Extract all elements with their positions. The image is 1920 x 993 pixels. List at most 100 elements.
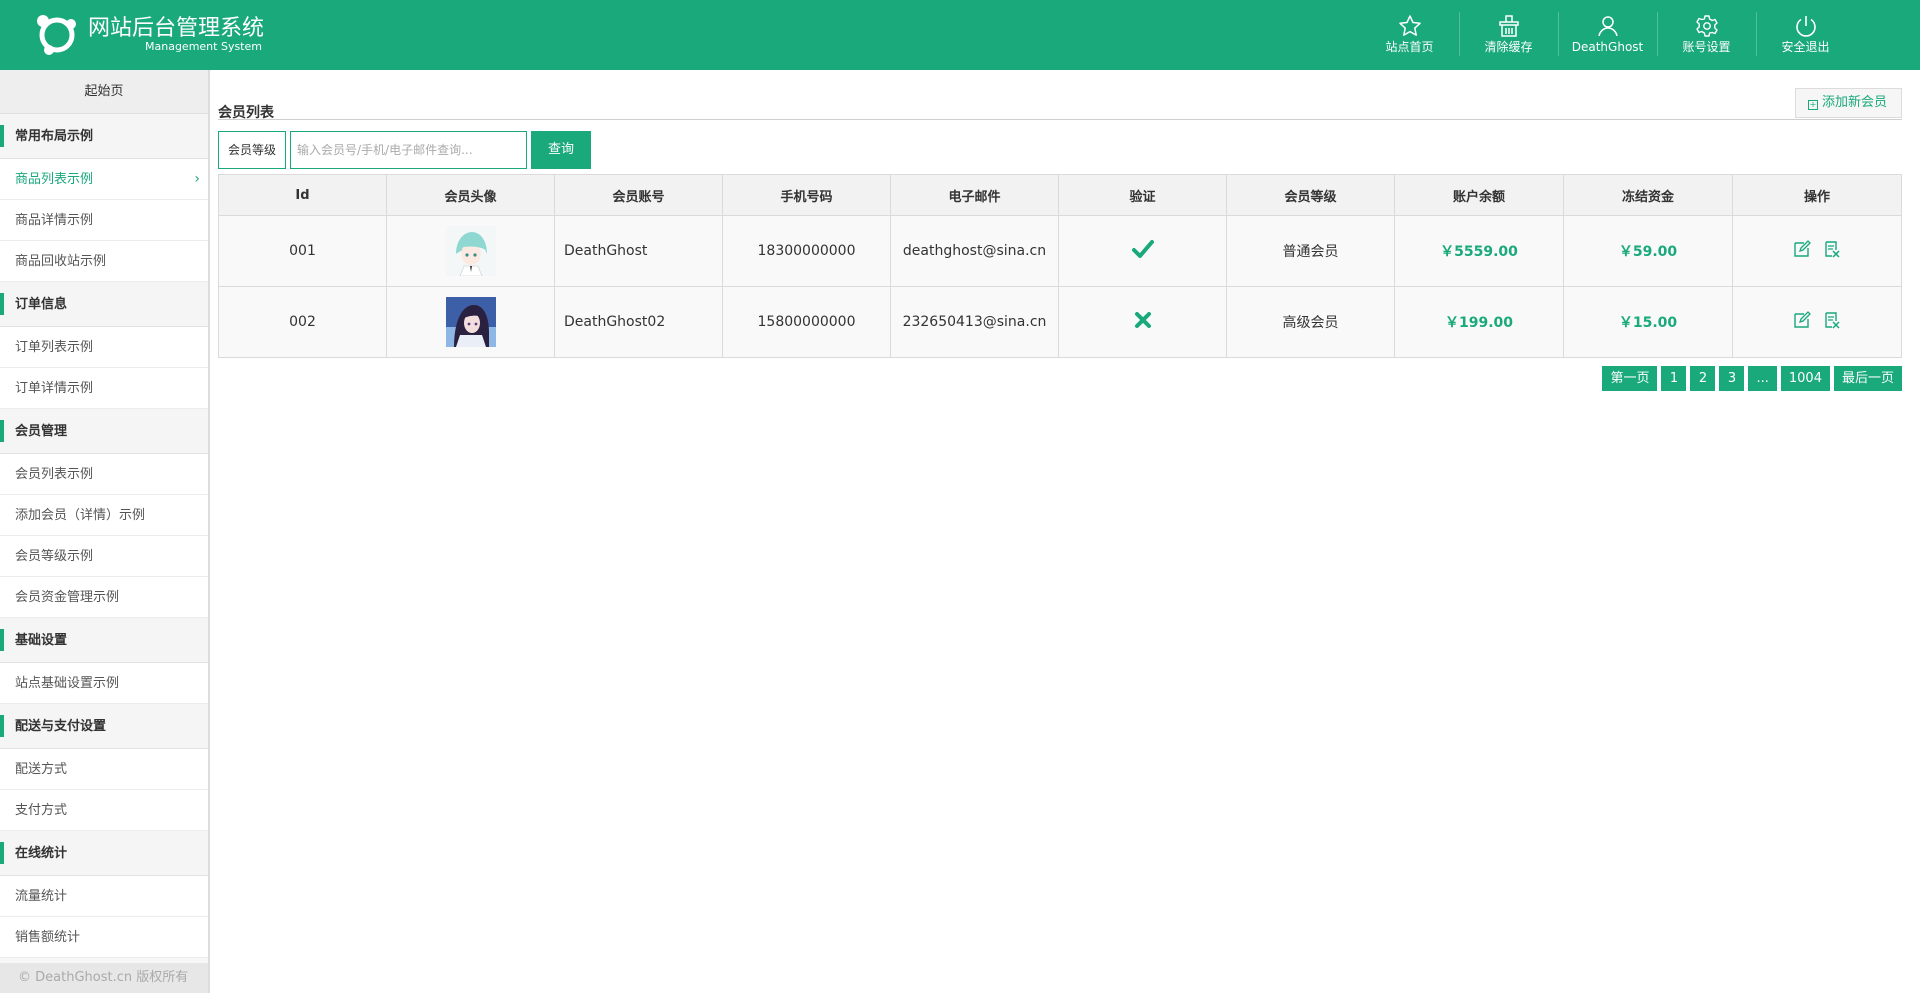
search-input[interactable] xyxy=(290,131,527,169)
sidebar-item-order-list[interactable]: 订单列表示例 xyxy=(0,327,208,368)
avatar[interactable] xyxy=(445,226,496,276)
cell-actions xyxy=(1732,286,1902,358)
nav-user[interactable]: DeathGhost xyxy=(1558,0,1657,70)
sidebar-item-add-member[interactable]: 添加会员（详情）示例 xyxy=(0,495,208,536)
cell-frozen: ￥15.00 xyxy=(1563,286,1733,358)
member-level-filter[interactable]: 会员等级 xyxy=(218,131,286,169)
star-icon xyxy=(1398,15,1421,36)
table-row: 002 DeathGhost02 15800000000 232650413@s… xyxy=(218,286,1902,358)
column-header: 验证 xyxy=(1058,174,1227,216)
edit-icon[interactable] xyxy=(1793,311,1811,329)
pager-page-1004[interactable]: 1004 xyxy=(1780,366,1830,391)
pager-ellipsis[interactable]: ... xyxy=(1748,366,1777,391)
delete-icon[interactable] xyxy=(1823,240,1841,258)
table-row: 001 DeathGhost 18300000000 deathghost@si… xyxy=(218,215,1902,287)
sidebar-item-order-detail[interactable]: 订单详情示例 xyxy=(0,368,208,409)
edit-icon[interactable] xyxy=(1793,240,1811,258)
cell-balance: ￥5559.00 xyxy=(1394,215,1564,287)
column-header: 会员账号 xyxy=(554,174,723,216)
cross-icon xyxy=(1134,312,1151,328)
cell-verified xyxy=(1058,286,1227,358)
table-header-row: Id 会员头像 会员账号 手机号码 电子邮件 验证 会员等级 账户余额 冻结资金… xyxy=(218,174,1902,216)
cell-verified xyxy=(1058,215,1227,287)
cell-frozen: ￥59.00 xyxy=(1563,215,1733,287)
power-icon xyxy=(1795,16,1816,37)
avatar[interactable] xyxy=(445,297,496,347)
sidebar-item-product-list[interactable]: 商品列表示例 › xyxy=(0,159,208,200)
sidebar-group-delivery-payment[interactable]: 配送与支付设置 xyxy=(0,704,208,749)
pager-last[interactable]: 最后一页 xyxy=(1833,366,1902,391)
cell-balance: ￥199.00 xyxy=(1394,286,1564,358)
app-subtitle: Management System xyxy=(145,40,262,53)
column-header: 电子邮件 xyxy=(890,174,1059,216)
cell-id: 001 xyxy=(218,215,387,287)
nav-logout[interactable]: 安全退出 xyxy=(1756,0,1855,70)
search-button[interactable]: 查询 xyxy=(531,131,591,169)
cell-id: 002 xyxy=(218,286,387,358)
nav-label: 安全退出 xyxy=(1781,40,1830,54)
pager-page-1[interactable]: 1 xyxy=(1661,366,1687,391)
cell-actions xyxy=(1732,215,1902,287)
cell-level: 高级会员 xyxy=(1226,286,1395,358)
cell-avatar xyxy=(386,286,555,358)
column-header: 会员头像 xyxy=(386,174,555,216)
nav-label: 清除缓存 xyxy=(1484,40,1533,54)
cell-phone: 15800000000 xyxy=(722,286,891,358)
cell-level: 普通会员 xyxy=(1226,215,1395,287)
pagination: 第一页 1 2 3 ... 1004 最后一页 xyxy=(1602,366,1902,391)
top-header: 网站后台管理系统 Management System 站点首页 清除缓存 Dea… xyxy=(0,0,1920,70)
sidebar-group-statistics[interactable]: 在线统计 xyxy=(0,831,208,876)
user-icon xyxy=(1597,16,1618,37)
column-header: 会员等级 xyxy=(1226,174,1395,216)
sidebar-item-delivery[interactable]: 配送方式 xyxy=(0,749,208,790)
page-title: 会员列表 xyxy=(218,105,274,121)
chevron-right-icon: › xyxy=(194,171,200,187)
cell-account: DeathGhost02 xyxy=(554,286,723,358)
sidebar-item-member-level[interactable]: 会员等级示例 xyxy=(0,536,208,577)
nav-clear-cache[interactable]: 清除缓存 xyxy=(1459,0,1558,70)
app-title: 网站后台管理系统 xyxy=(88,16,265,41)
sidebar-item-sales[interactable]: 销售额统计 xyxy=(0,917,208,958)
sidebar-group-orders[interactable]: 订单信息 xyxy=(0,282,208,327)
sidebar-item-traffic[interactable]: 流量统计 xyxy=(0,876,208,917)
sidebar-group-basic-settings[interactable]: 基础设置 xyxy=(0,618,208,663)
sidebar-item-product-detail[interactable]: 商品详情示例 xyxy=(0,200,208,241)
nav-account-settings[interactable]: 账号设置 xyxy=(1657,0,1756,70)
cell-phone: 18300000000 xyxy=(722,215,891,287)
pager-page-3[interactable]: 3 xyxy=(1719,366,1745,391)
column-header: 手机号码 xyxy=(722,174,891,216)
basket-icon xyxy=(1498,15,1519,37)
sidebar-item-payment[interactable]: 支付方式 xyxy=(0,790,208,831)
sidebar-home[interactable]: 起始页 xyxy=(0,70,208,114)
pager-first[interactable]: 第一页 xyxy=(1602,366,1658,391)
column-header: 冻结资金 xyxy=(1563,174,1733,216)
add-member-button[interactable]: + 添加新会员 xyxy=(1794,88,1902,118)
column-header: 操作 xyxy=(1732,174,1902,216)
nav-label: DeathGhost xyxy=(1571,40,1644,54)
sidebar-item-member-list[interactable]: 会员列表示例 xyxy=(0,454,208,495)
title-bar: 会员列表 + 添加新会员 xyxy=(218,80,1902,121)
cell-email: 232650413@sina.cn xyxy=(890,286,1059,358)
nav-site-home[interactable]: 站点首页 xyxy=(1360,0,1459,70)
nav-label: 账号设置 xyxy=(1682,40,1731,54)
sidebar-group-members[interactable]: 会员管理 xyxy=(0,409,208,454)
logo-icon xyxy=(37,15,76,55)
add-member-label: 添加新会员 xyxy=(1821,95,1887,110)
sidebar-item-label: 商品列表示例 xyxy=(15,172,94,187)
column-header: Id xyxy=(218,174,387,216)
cell-account: DeathGhost xyxy=(554,215,723,287)
top-nav: 站点首页 清除缓存 DeathGhost 账号设置 安全退出 xyxy=(1360,0,1920,70)
sidebar-group-layout[interactable]: 常用布局示例 xyxy=(0,114,208,159)
plus-icon: + xyxy=(1807,100,1818,110)
sidebar-item-member-funds[interactable]: 会员资金管理示例 xyxy=(0,577,208,618)
gear-icon xyxy=(1695,15,1718,37)
pager-page-2[interactable]: 2 xyxy=(1690,366,1716,391)
sidebar: 起始页 常用布局示例 商品列表示例 › 商品详情示例 商品回收站示例 订单信息 订… xyxy=(0,70,210,993)
cell-email: deathghost@sina.cn xyxy=(890,215,1059,287)
column-header: 账户余额 xyxy=(1394,174,1564,216)
check-icon xyxy=(1131,240,1154,258)
delete-icon[interactable] xyxy=(1823,311,1841,329)
sidebar-item-site-settings[interactable]: 站点基础设置示例 xyxy=(0,663,208,704)
cell-avatar xyxy=(386,215,555,287)
sidebar-item-product-recycle[interactable]: 商品回收站示例 xyxy=(0,241,208,282)
